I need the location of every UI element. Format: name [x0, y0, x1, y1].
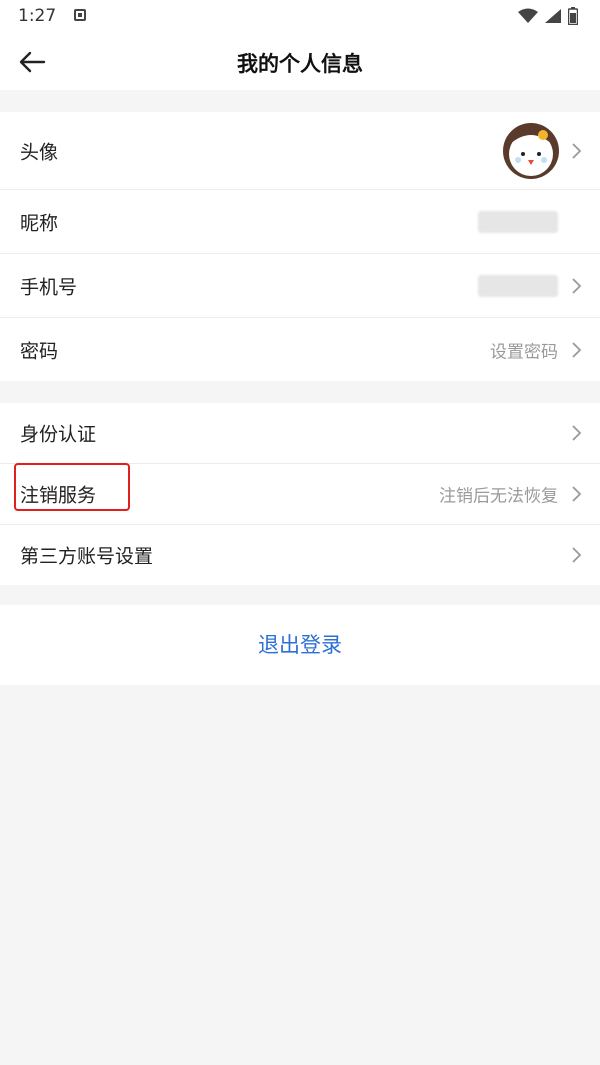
- wifi-icon: [518, 8, 538, 23]
- notification-icon: [74, 9, 86, 21]
- third-party-row[interactable]: 第三方账号设置: [0, 525, 600, 585]
- nickname-value-blurred: [478, 210, 558, 233]
- phone-row[interactable]: 手机号: [0, 254, 600, 318]
- app-bar: 我的个人信息: [0, 34, 600, 90]
- password-label: 密码: [20, 340, 59, 362]
- profile-group: 头像 昵称 手机号 密码 设置密码: [0, 112, 600, 381]
- password-row[interactable]: 密码 设置密码: [0, 318, 600, 381]
- password-value: 设置密码: [490, 342, 558, 362]
- cancel-service-value: 注销后无法恢复: [439, 486, 558, 507]
- identity-row[interactable]: 身份认证: [0, 403, 600, 464]
- status-time: 1:27: [18, 6, 57, 26]
- avatar-label: 头像: [20, 141, 59, 163]
- avatar-row[interactable]: 头像: [0, 112, 600, 190]
- highlight-box: [14, 463, 130, 511]
- identity-label: 身份认证: [20, 423, 97, 446]
- chevron-right-icon: [572, 142, 582, 159]
- logout-button[interactable]: 退出登录: [0, 605, 600, 685]
- chevron-right-icon: [572, 341, 582, 358]
- phone-value-blurred: [478, 274, 558, 297]
- nickname-row[interactable]: 昵称: [0, 190, 600, 254]
- signal-icon: [545, 9, 561, 23]
- chevron-right-icon: [572, 277, 582, 294]
- chevron-right-icon: [572, 486, 582, 502]
- page-title: 我的个人信息: [237, 52, 363, 76]
- third-party-label: 第三方账号设置: [20, 545, 154, 568]
- phone-label: 手机号: [20, 276, 78, 298]
- chevron-right-icon: [572, 547, 582, 563]
- avatar[interactable]: [502, 122, 560, 180]
- battery-icon: [568, 7, 578, 25]
- nickname-label: 昵称: [20, 212, 59, 234]
- chevron-right-icon: [572, 425, 582, 441]
- status-bar: 1:27: [0, 0, 600, 34]
